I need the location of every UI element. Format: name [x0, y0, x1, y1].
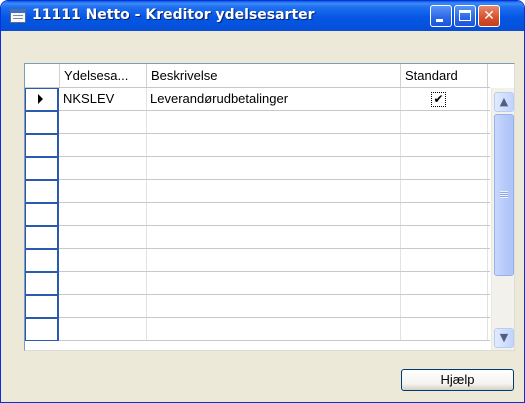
scroll-down-button[interactable]: ▼: [494, 328, 514, 348]
cell-description[interactable]: [147, 111, 401, 133]
form-window-icon[interactable]: [10, 9, 26, 23]
table-row[interactable]: [25, 180, 490, 203]
row-selector[interactable]: [25, 157, 59, 180]
row-selector[interactable]: [25, 318, 59, 341]
cell-standard[interactable]: [401, 249, 488, 271]
cell-description[interactable]: [147, 295, 401, 317]
row-selector[interactable]: [25, 249, 59, 272]
grip-icon: [500, 191, 508, 198]
cell-standard[interactable]: [401, 272, 488, 294]
row-selector[interactable]: [25, 203, 59, 226]
cell-code[interactable]: [60, 318, 147, 340]
table-row[interactable]: [25, 272, 490, 295]
cell-code[interactable]: [60, 111, 147, 133]
cell-standard[interactable]: [401, 88, 488, 110]
cell-code[interactable]: [60, 180, 147, 202]
table-row[interactable]: [25, 295, 490, 318]
cell-standard[interactable]: [401, 157, 488, 179]
dialog-window: 11111 Netto - Kreditor ydelsesarter ✕ Yd…: [0, 0, 525, 403]
row-selector[interactable]: [25, 226, 59, 249]
row-selector[interactable]: [25, 180, 59, 203]
cell-description[interactable]: [147, 203, 401, 225]
table-row[interactable]: [25, 318, 490, 341]
maximize-icon: [459, 10, 471, 21]
chevron-up-icon: ▲: [499, 95, 509, 108]
cell-description[interactable]: [147, 134, 401, 156]
cell-standard[interactable]: [401, 295, 488, 317]
cell-code[interactable]: [60, 134, 147, 156]
cell-code[interactable]: [60, 249, 147, 271]
row-selector[interactable]: [25, 111, 59, 134]
cell-code[interactable]: [60, 295, 147, 317]
cell-description[interactable]: [147, 157, 401, 179]
cell-description[interactable]: [147, 249, 401, 271]
title-bar[interactable]: 11111 Netto - Kreditor ydelsesarter ✕: [1, 1, 524, 31]
row-selector[interactable]: [25, 272, 59, 295]
table-row[interactable]: ✔ NKSLEV Leverandørudbetalinger: [25, 88, 490, 111]
table-row[interactable]: [25, 134, 490, 157]
cell-description[interactable]: [147, 318, 401, 340]
table-row[interactable]: [25, 249, 490, 272]
cell-description[interactable]: [147, 226, 401, 248]
scroll-up-button[interactable]: ▲: [494, 92, 514, 112]
cell-description[interactable]: Leverandørudbetalinger: [147, 88, 401, 110]
scroll-thumb[interactable]: [494, 114, 514, 276]
row-selector[interactable]: [25, 88, 59, 111]
cell-code[interactable]: NKSLEV: [60, 88, 147, 110]
table-row[interactable]: [25, 203, 490, 226]
row-selector-header: [25, 64, 60, 87]
cell-code[interactable]: [60, 272, 147, 294]
minimize-button[interactable]: [430, 5, 452, 27]
vertical-scrollbar[interactable]: ▲ ▼: [491, 88, 514, 350]
column-header-code[interactable]: Ydelsesa...: [60, 64, 147, 87]
close-button[interactable]: ✕: [478, 5, 500, 27]
chevron-down-icon: ▼: [499, 331, 509, 344]
cell-code[interactable]: [60, 157, 147, 179]
row-selector[interactable]: [25, 295, 59, 318]
cell-description[interactable]: [147, 180, 401, 202]
cell-description[interactable]: [147, 272, 401, 294]
maximize-button[interactable]: [454, 5, 476, 27]
table-row[interactable]: [25, 111, 490, 134]
table-row[interactable]: [25, 226, 490, 249]
cell-standard[interactable]: [401, 226, 488, 248]
cell-code[interactable]: [60, 203, 147, 225]
row-selector[interactable]: [25, 134, 59, 157]
minimize-icon: [436, 19, 443, 22]
column-header-standard[interactable]: Standard: [401, 64, 488, 87]
table-grid: Ydelsesa... Beskrivelse Standard ✔ NKSLEV…: [24, 63, 515, 351]
cell-standard[interactable]: [401, 180, 488, 202]
cell-code[interactable]: [60, 226, 147, 248]
help-button[interactable]: Hjælp: [401, 369, 514, 391]
cell-standard[interactable]: [401, 111, 488, 133]
cell-standard[interactable]: [401, 203, 488, 225]
current-row-arrow-icon: [38, 94, 43, 104]
close-icon: ✕: [483, 8, 495, 24]
window-title: 11111 Netto - Kreditor ydelsesarter: [32, 7, 315, 23]
table-header: Ydelsesa... Beskrivelse Standard: [25, 64, 490, 88]
cell-standard[interactable]: [401, 134, 488, 156]
table-row[interactable]: [25, 157, 490, 180]
cell-standard[interactable]: [401, 318, 488, 340]
column-header-description[interactable]: Beskrivelse: [147, 64, 401, 87]
